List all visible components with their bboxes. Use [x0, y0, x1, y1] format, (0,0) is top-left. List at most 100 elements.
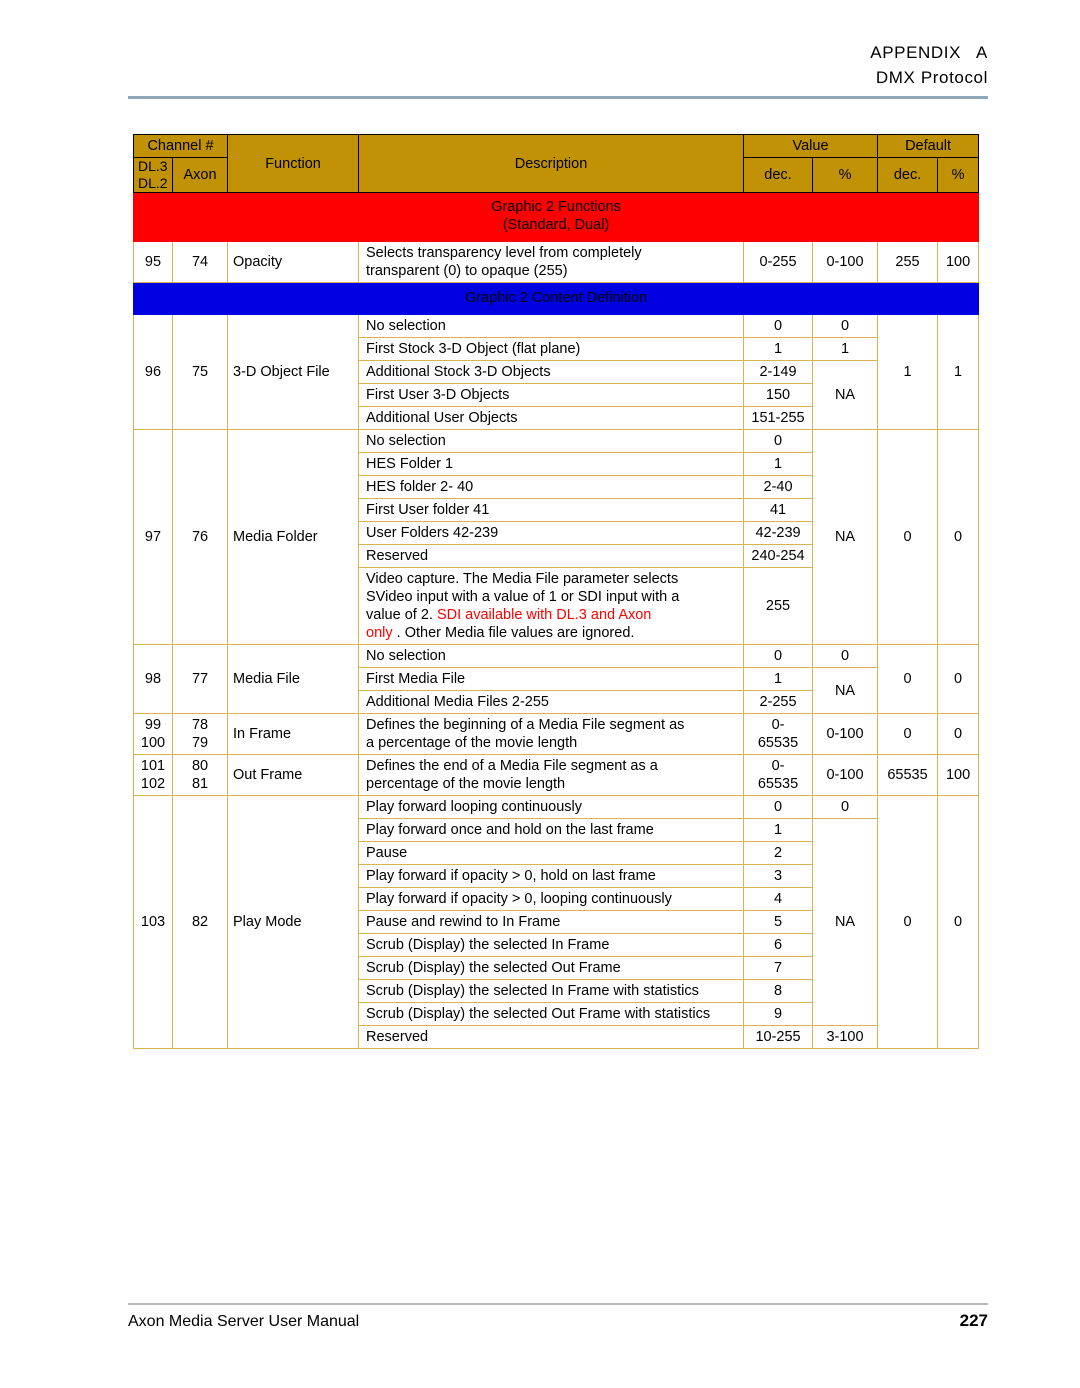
out-frame-default-pct: 100	[937, 754, 980, 796]
play-mode-item-3-description: Play forward if opacity > 0, hold on las…	[358, 864, 745, 888]
in-frame-value-dec: 0- 65535	[743, 713, 814, 755]
page-number: 227	[959, 1311, 988, 1330]
header-default-group: Default	[877, 134, 980, 158]
document-subtitle: DMX Protocol	[875, 68, 988, 87]
play-mode-item-7-description: Scrub (Display) the selected Out Frame	[358, 956, 745, 980]
media-file-item-0-value-pct: 0	[812, 644, 879, 668]
media-folder-video-capture-description: Video capture. The Media File parameter …	[358, 567, 745, 645]
object3d-function: 3-D Object File	[227, 314, 360, 430]
play-mode-item-9-description: Scrub (Display) the selected Out Frame w…	[358, 1002, 745, 1026]
header-description: Description	[358, 134, 745, 193]
object3d-item-3-value-dec: 150	[743, 383, 814, 407]
object3d-default-pct: 1	[937, 314, 980, 430]
media-folder-axon: 76	[171, 429, 229, 645]
header-default-dec: dec.	[877, 157, 939, 193]
play-mode-item-8-value-dec: 8	[743, 979, 814, 1003]
media-folder-item-1-description: HES Folder 1	[358, 452, 745, 476]
banner-graphic2-functions-line1: Graphic 2 Functions	[491, 199, 621, 215]
out-frame-dl-line2: 102	[140, 776, 166, 792]
table-header-row-1: Channel # Function Description Value Def…	[132, 134, 980, 193]
dmx-protocol-table: Channel # Function Description Value Def…	[132, 134, 980, 1049]
media-file-item-0-value-dec: 0	[743, 644, 814, 668]
object3d-item-2-value-dec: 2-149	[743, 360, 814, 384]
media-file-default-pct: 0	[937, 644, 980, 714]
object3d-item-0-value-dec: 0	[743, 314, 814, 338]
play-mode-item-2-description: Pause	[358, 841, 745, 865]
media-folder-item-1-value-dec: 1	[743, 452, 814, 476]
object3d-axon: 75	[171, 314, 229, 430]
play-mode-item-6-description: Scrub (Display) the selected In Frame	[358, 933, 745, 957]
media-file-item-2-description: Additional Media Files 2-255	[358, 690, 745, 714]
out-frame-description: Defines the end of a Media File segment …	[358, 754, 745, 796]
object3d-item-0-value-pct: 0	[812, 314, 879, 338]
header-dl2-label: DL.2	[138, 175, 168, 191]
play-mode-default-dec: 0	[877, 795, 939, 1049]
in-frame-default-dec: 0	[877, 713, 939, 755]
out-frame-value-dec-line1: 0-	[771, 758, 785, 774]
table-row-out-frame: 101 102 80 81 Out Frame Defines the end …	[133, 754, 980, 796]
media-folder-default-pct: 0	[937, 429, 980, 645]
banner-graphic2-content-definition: Graphic 2 Content Definition	[132, 282, 980, 315]
out-frame-default-dec: 65535	[877, 754, 939, 796]
media-file-default-dec: 0	[877, 644, 939, 714]
media-folder-item-3-description: First User folder 41	[358, 498, 745, 522]
play-mode-item-0-value-dec: 0	[743, 795, 814, 819]
object3d-value-pct-na: NA	[812, 360, 879, 430]
in-frame-value-dec-line2: 65535	[757, 735, 799, 751]
manual-title: Axon Media Server User Manual	[128, 1313, 360, 1330]
media-file-function: Media File	[227, 644, 360, 714]
header-dl3-dl2: DL.3 DL.2	[133, 157, 173, 193]
opacity-function: Opacity	[227, 241, 360, 283]
banner-graphic2-functions-line2: (Standard, Dual)	[502, 217, 610, 233]
banner-row-graphic2-content: Graphic 2 Content Definition	[132, 282, 980, 315]
document-footer: Axon Media Server User Manual 227	[128, 1311, 988, 1331]
in-frame-description: Defines the beginning of a Media File se…	[358, 713, 745, 755]
media-folder-function: Media Folder	[227, 429, 360, 645]
video-capture-line4-red: only	[366, 625, 393, 641]
opacity-axon: 74	[171, 241, 229, 283]
play-mode-item-9-value-dec: 9	[743, 1002, 814, 1026]
dmx-protocol-table-wrapper: Channel # Function Description Value Def…	[132, 134, 980, 1049]
media-folder-item-3-value-dec: 41	[743, 498, 814, 522]
media-folder-item-4-description: User Folders 42-239	[358, 521, 745, 545]
media-folder-item-2-description: HES folder 2- 40	[358, 475, 745, 499]
out-frame-value-dec-line2: 65535	[757, 776, 799, 792]
media-folder-value-pct-na: NA	[812, 429, 879, 645]
table-row-media-file-1: 98 77 Media File No selection 0 0 0 0	[133, 644, 980, 714]
object3d-item-1-value-dec: 1	[743, 337, 814, 361]
header-value-group: Value	[743, 134, 879, 158]
object3d-default-dec: 1	[877, 314, 939, 430]
media-file-item-0-description: No selection	[358, 644, 745, 668]
opacity-description: Selects transparency level from complete…	[358, 241, 745, 283]
header-function: Function	[227, 134, 360, 193]
in-frame-value-pct: 0-100	[812, 713, 879, 755]
object3d-item-1-description: First Stock 3-D Object (flat plane)	[358, 337, 745, 361]
in-frame-axon-line2: 79	[191, 735, 209, 751]
media-folder-dl: 97	[133, 429, 173, 645]
play-mode-item-4-description: Play forward if opacity > 0, looping con…	[358, 887, 745, 911]
footer-divider	[128, 1303, 988, 1305]
table-row-object3d-1: 96 75 3-D Object File No selection 0 0 1…	[133, 314, 980, 430]
out-frame-axon-line1: 80	[191, 758, 209, 774]
header-axon: Axon	[171, 157, 229, 193]
video-capture-line3-black: value of 2.	[366, 607, 433, 623]
play-mode-item-5-value-dec: 5	[743, 910, 814, 934]
play-mode-item-1-value-dec: 1	[743, 818, 814, 842]
video-capture-line1: Video capture. The Media File parameter …	[366, 571, 679, 587]
play-mode-item-6-value-dec: 6	[743, 933, 814, 957]
play-mode-item-10-value-pct: 3-100	[812, 1025, 879, 1049]
header-value-pct: %	[812, 157, 879, 193]
play-mode-item-10-description: Reserved	[358, 1025, 745, 1049]
object3d-item-2-description: Additional Stock 3-D Objects	[358, 360, 745, 384]
in-frame-dl: 99 100	[133, 713, 173, 755]
opacity-default-dec: 255	[877, 241, 939, 283]
play-mode-value-pct-na: NA	[812, 818, 879, 1026]
opacity-description-line2: transparent (0) to opaque (255)	[366, 263, 568, 279]
media-folder-item-0-description: No selection	[358, 429, 745, 453]
table-row-play-mode-1: 103 82 Play Mode Play forward looping co…	[133, 795, 980, 1049]
header-dl3-label: DL.3	[138, 158, 168, 174]
out-frame-dl-line1: 101	[140, 758, 166, 774]
opacity-value-dec: 0-255	[743, 241, 814, 283]
opacity-value-pct: 0-100	[812, 241, 879, 283]
opacity-description-line1: Selects transparency level from complete…	[366, 245, 642, 261]
